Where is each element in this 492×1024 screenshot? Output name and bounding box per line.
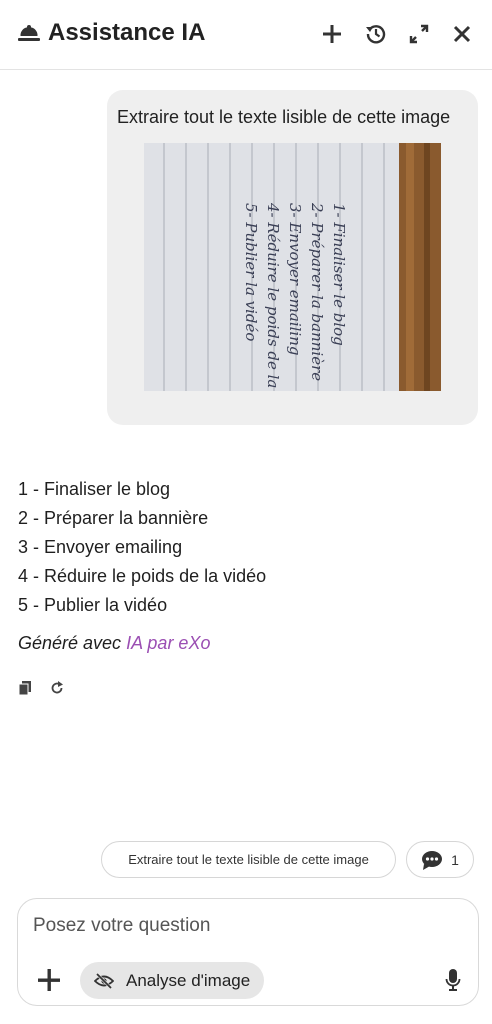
expand-icon <box>409 24 429 44</box>
image-analysis-toggle[interactable]: Analyse d'image <box>80 962 264 999</box>
history-button[interactable] <box>362 20 390 48</box>
handwritten-line: 1- Finaliser le blog <box>330 203 348 346</box>
microphone-icon <box>445 969 461 991</box>
answer-line: 5 - Publier la vidéo <box>18 595 168 615</box>
user-message-text: Extraire tout le texte lisible de cette … <box>117 107 451 127</box>
image-analysis-label: Analyse d'image <box>126 970 251 990</box>
answer-line: 2 - Préparer la bannière <box>18 508 209 528</box>
generated-by-note: Généré avec IA par eXo <box>18 633 210 654</box>
handwritten-line: 5- Publier la vidéo <box>242 203 260 341</box>
plus-icon <box>38 969 60 991</box>
regenerate-icon <box>51 681 63 694</box>
handwritten-line: 4- Réduire le poids de la vidéo <box>264 202 282 391</box>
copy-icon <box>18 681 31 695</box>
regenerate-button[interactable] <box>49 680 65 696</box>
add-attachment-button[interactable] <box>36 967 62 993</box>
new-chat-button[interactable] <box>318 20 346 48</box>
close-icon <box>453 25 471 43</box>
generated-prefix: Généré avec <box>18 633 122 653</box>
uploaded-image[interactable]: 1- Finaliser le blog 2- Préparer la bann… <box>144 143 441 391</box>
answer-actions <box>17 678 65 698</box>
generated-link[interactable]: IA par eXo <box>126 633 210 653</box>
panel-header: Assistance IA <box>0 0 492 70</box>
conversation-count-chip[interactable]: 1 <box>406 841 474 878</box>
history-icon <box>366 25 386 44</box>
assistant-answer: 1 - Finaliser le blog 2 - Préparer la ba… <box>18 478 266 623</box>
conversation-count: 1 <box>451 851 459 868</box>
handwritten-line: 2- Préparer la bannière <box>308 202 326 381</box>
question-input[interactable] <box>33 913 453 939</box>
handwritten-line: 3- Envoyer emailing <box>286 203 304 355</box>
user-message-bubble: Extraire tout le texte lisible de cette … <box>107 90 478 425</box>
expand-button[interactable] <box>405 20 433 48</box>
suggestion-chip[interactable]: Extraire tout le texte lisible de cette … <box>101 841 396 878</box>
answer-line: 1 - Finaliser le blog <box>18 479 171 499</box>
panel-title: Assistance IA <box>48 19 206 46</box>
chat-bubble-icon <box>422 850 443 870</box>
copy-button[interactable] <box>17 680 33 696</box>
voice-input-button[interactable] <box>442 967 464 993</box>
answer-line: 4 - Réduire le poids de la vidéo <box>18 566 267 586</box>
answer-line: 3 - Envoyer emailing <box>18 537 183 557</box>
plus-icon <box>323 25 341 43</box>
message-composer: Analyse d'image <box>17 898 479 1006</box>
eye-off-icon <box>94 972 114 989</box>
bell-logo-icon <box>16 22 42 46</box>
close-button[interactable] <box>448 20 476 48</box>
